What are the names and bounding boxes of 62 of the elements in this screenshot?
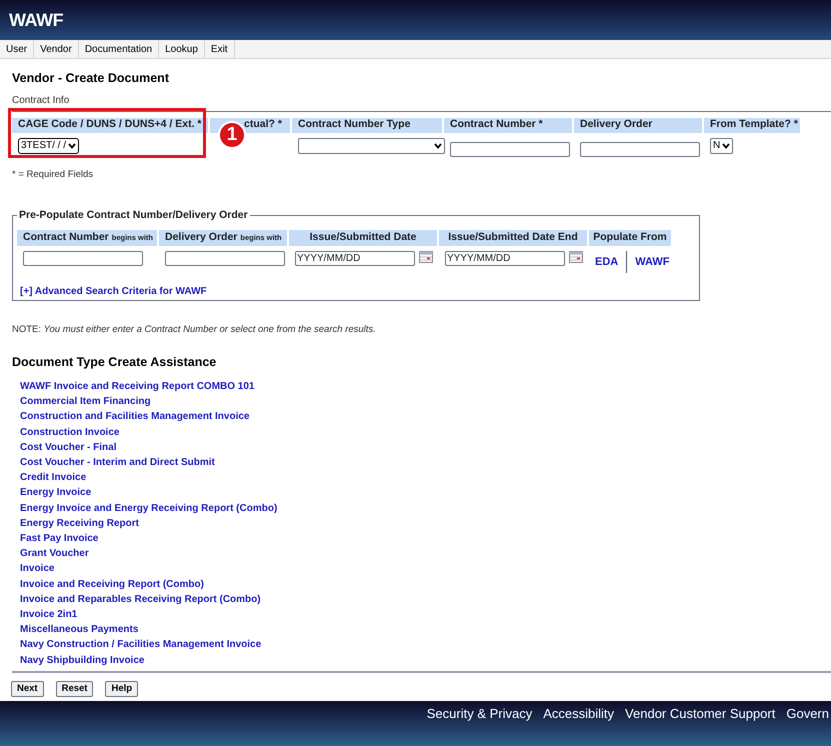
document-type-link[interactable]: Navy Shipbuilding Invoice <box>20 652 144 668</box>
document-type-link[interactable]: Commercial Item Financing <box>20 394 151 410</box>
section-label: Contract Info <box>12 94 70 108</box>
document-type-link[interactable]: Miscellaneous Payments <box>20 622 138 638</box>
footer-link[interactable]: Govern <box>786 704 829 724</box>
column-header: Contract Number Type <box>292 118 442 133</box>
action-button[interactable]: Help <box>105 681 138 697</box>
document-type-link[interactable]: Energy Invoice <box>20 485 92 501</box>
note-text: NOTE: You must either enter a Contract Number or select one from the search results. <box>11 323 377 337</box>
column-header: Contract Number * <box>444 118 572 133</box>
menu-item[interactable]: Exit <box>204 40 235 58</box>
document-type-link[interactable]: WAWF Invoice and Receiving Report COMBO 101 <box>20 379 254 394</box>
dropdown[interactable]: 3TEST/ / / <box>18 138 80 154</box>
chevron-down-icon <box>434 142 442 149</box>
document-type-link[interactable]: Invoice 2in1 <box>20 607 78 622</box>
column-header: Issue/Submitted Date End <box>439 230 587 246</box>
text-field[interactable] <box>165 251 285 266</box>
footer-link[interactable]: Accessibility <box>543 704 614 724</box>
menu-item[interactable]: User <box>0 40 34 58</box>
menu-item[interactable]: Lookup <box>159 40 205 58</box>
footer-link[interactable]: Vendor Customer Support <box>625 704 776 724</box>
document-type-link[interactable]: Invoice <box>20 561 54 577</box>
document-type-link[interactable]: Grant Voucher <box>20 546 89 562</box>
document-type-link[interactable]: Invoice and Receiving Report (Combo) <box>20 576 204 592</box>
footer-link[interactable]: Security & Privacy <box>426 704 532 724</box>
document-type-link[interactable]: Cost Voucher - Final <box>20 440 116 456</box>
action-button[interactable]: Reset <box>56 681 94 697</box>
column-header: Populate From <box>589 230 671 246</box>
document-type-link[interactable]: Navy Construction / Facilities Management Invoice <box>20 637 262 653</box>
text-field[interactable] <box>450 142 570 158</box>
logo: WAWF <box>9 8 64 32</box>
document-type-link[interactable]: Energy Invoice and Energy Receiving Report (Combo) <box>20 500 278 516</box>
column-header: Delivery Order <box>574 118 702 133</box>
section-title: Document Type Create Assistance <box>11 354 218 372</box>
action-button[interactable]: Next <box>11 681 44 697</box>
link[interactable]: WAWF <box>626 251 670 273</box>
date-field[interactable]: YYYY/MM/DD <box>295 251 415 266</box>
document-type-link[interactable]: Construction and Facilities Management Invoice <box>20 409 250 425</box>
chevron-down-icon <box>722 142 730 149</box>
menu-item[interactable]: Documentation <box>78 40 160 58</box>
column-header: Issue/Submitted Date <box>289 230 437 246</box>
document-type-link[interactable]: Cost Voucher - Interim and Direct Submit <box>20 455 215 470</box>
chevron-down-icon <box>68 142 76 149</box>
document-type-link[interactable]: Fast Pay Invoice <box>20 531 98 546</box>
link[interactable]: EDA <box>595 251 618 273</box>
menu-item[interactable]: Vendor <box>34 40 79 58</box>
document-type-link[interactable]: Construction Invoice <box>20 424 120 440</box>
document-type-link[interactable]: Energy Receiving Report <box>20 516 139 532</box>
page-title: Vendor - Create Document <box>12 70 170 87</box>
dropdown[interactable] <box>298 138 445 154</box>
calendar-icon[interactable] <box>569 251 583 263</box>
column-header: From Template? * <box>704 118 800 133</box>
text-field[interactable] <box>23 251 143 266</box>
required-note: * = Required Fields <box>11 168 94 182</box>
document-type-link[interactable]: Credit Invoice <box>20 470 86 486</box>
date-field[interactable]: YYYY/MM/DD <box>445 251 565 266</box>
advanced-search-link[interactable]: [+] Advanced Search Criteria for WAWF <box>20 284 207 299</box>
calendar-icon[interactable] <box>419 251 433 263</box>
document-type-link[interactable]: Invoice and Reparables Receiving Report (Combo) <box>20 592 261 608</box>
column-header: CAGE Code / DUNS / DUNS+4 / Ext. * <box>12 118 208 133</box>
dropdown[interactable]: N <box>710 138 734 154</box>
text-field[interactable] <box>580 142 700 158</box>
